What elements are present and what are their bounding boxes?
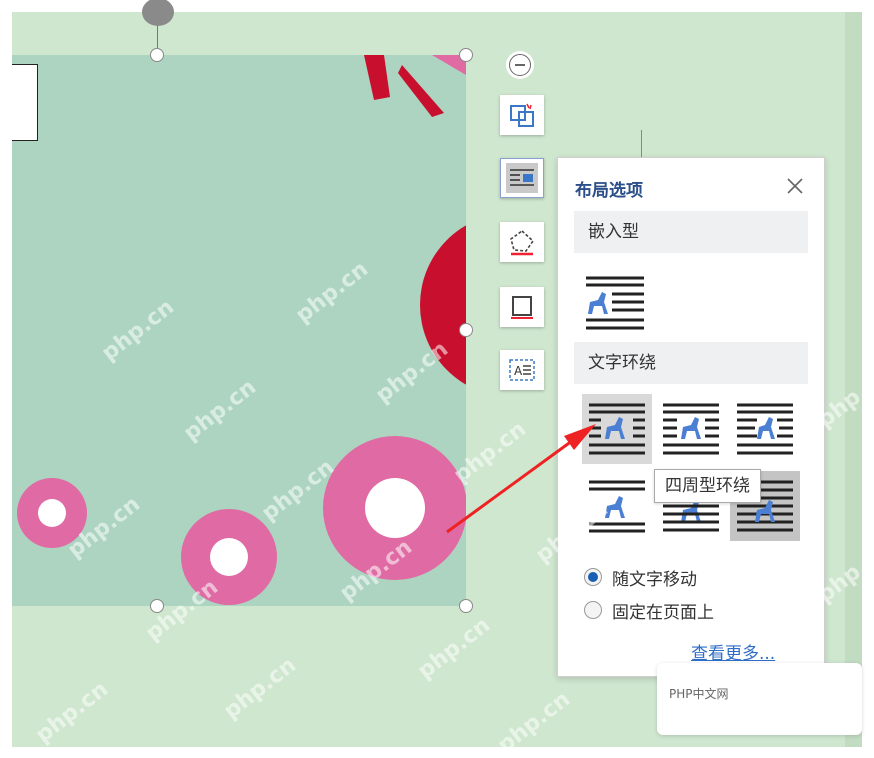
annotation-arrow xyxy=(446,424,596,534)
